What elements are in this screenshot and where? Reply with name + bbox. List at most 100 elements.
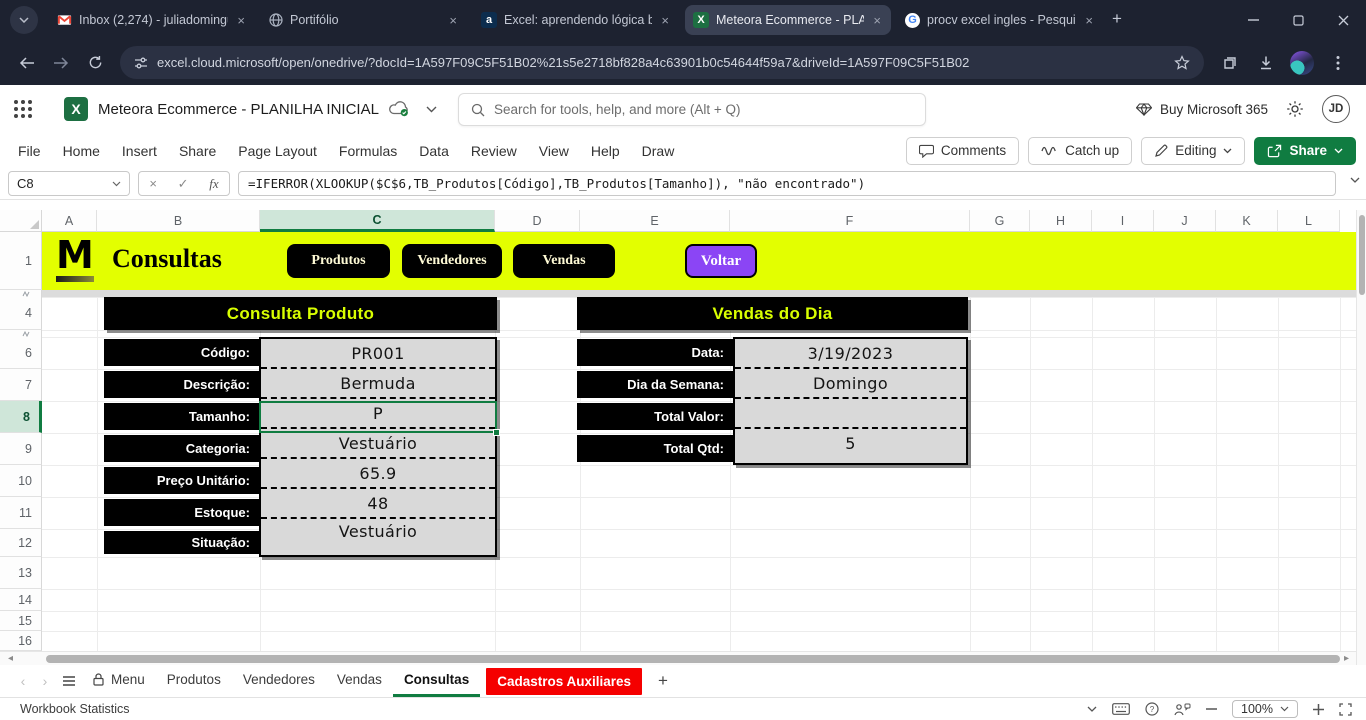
expand-formula-bar-icon[interactable] xyxy=(1350,177,1360,183)
row-header-14[interactable]: 14 xyxy=(0,589,42,611)
editing-mode-button[interactable]: Editing xyxy=(1141,136,1246,165)
cancel-icon[interactable]: × xyxy=(149,176,157,191)
title-chevron-icon[interactable] xyxy=(426,106,437,113)
consulta-produto-label[interactable]: Situação: xyxy=(104,531,259,554)
insert-function-icon[interactable]: fx xyxy=(209,176,218,192)
reload-icon[interactable] xyxy=(80,48,110,78)
settings-gear-icon[interactable] xyxy=(1286,100,1304,118)
tab-close-icon[interactable]: × xyxy=(447,13,459,28)
sheet-next-icon[interactable]: › xyxy=(34,673,56,689)
menu-review[interactable]: Review xyxy=(471,143,517,159)
vendas-do-dia-value[interactable]: 5 xyxy=(735,429,966,457)
accessibility-icon[interactable] xyxy=(1174,703,1191,716)
menu-data[interactable]: Data xyxy=(419,143,449,159)
vendas-do-dia-label[interactable]: Data: xyxy=(577,339,733,366)
column-header-D[interactable]: D xyxy=(495,210,580,232)
vendas-do-dia-value[interactable] xyxy=(735,399,966,429)
site-info-icon[interactable] xyxy=(134,56,148,70)
scroll-left-icon[interactable]: ◂ xyxy=(8,653,13,664)
catch-up-button[interactable]: Catch up xyxy=(1028,136,1133,165)
menu-insert[interactable]: Insert xyxy=(122,143,157,159)
name-box[interactable]: C8 xyxy=(8,171,130,196)
zoom-level-select[interactable]: 100% xyxy=(1232,700,1298,718)
document-title[interactable]: Meteora Ecommerce - PLANILHA INICIAL xyxy=(98,101,379,118)
column-header-E[interactable]: E xyxy=(580,210,730,232)
column-header-G[interactable]: G xyxy=(970,210,1030,232)
row-header-16[interactable]: 16 xyxy=(0,631,42,651)
row-header-10[interactable]: 10 xyxy=(0,465,42,497)
menu-home[interactable]: Home xyxy=(63,143,100,159)
share-button[interactable]: Share xyxy=(1254,136,1356,165)
vendas-do-dia-value[interactable]: Domingo xyxy=(735,369,966,399)
browser-tab[interactable]: Inbox (2,274) - juliadomingu × xyxy=(49,5,255,35)
tab-close-icon[interactable]: × xyxy=(871,13,883,28)
row-header-1[interactable]: 1 xyxy=(0,232,42,290)
menu-page-layout[interactable]: Page Layout xyxy=(238,143,317,159)
add-sheet-icon[interactable]: + xyxy=(648,671,678,691)
consulta-produto-value[interactable]: 48 xyxy=(261,489,495,519)
search-input[interactable]: Search for tools, help, and more (Alt + … xyxy=(458,93,926,126)
consulta-produto-label[interactable]: Preço Unitário: xyxy=(104,467,259,494)
vendas-do-dia-value[interactable]: 3/19/2023 xyxy=(735,339,966,369)
download-icon[interactable] xyxy=(1250,47,1282,79)
enter-check-icon[interactable]: ✓ xyxy=(178,176,189,192)
column-header-B[interactable]: B xyxy=(97,210,260,232)
account-avatar[interactable]: JD xyxy=(1322,95,1350,123)
app-launcher-icon[interactable] xyxy=(14,100,32,118)
bookmark-star-icon[interactable] xyxy=(1174,55,1190,70)
sheet-list-menu-icon[interactable] xyxy=(56,675,82,687)
sheet-tab-vendas[interactable]: Vendas xyxy=(326,665,393,697)
vendas-do-dia-label[interactable]: Total Valor: xyxy=(577,403,733,430)
maximize-button[interactable] xyxy=(1276,0,1321,40)
scroll-right-icon[interactable]: ▸ xyxy=(1344,653,1349,664)
back-icon[interactable] xyxy=(12,48,42,78)
menu-help[interactable]: Help xyxy=(591,143,620,159)
close-button[interactable] xyxy=(1321,0,1366,40)
sheet-tab-produtos[interactable]: Produtos xyxy=(156,665,232,697)
column-header-I[interactable]: I xyxy=(1092,210,1154,232)
consulta-produto-value[interactable]: P xyxy=(261,399,495,429)
fill-handle[interactable] xyxy=(493,429,500,436)
browser-tab[interactable]: X Meteora Ecommerce - PLAN × xyxy=(685,5,891,35)
row-header-7[interactable]: 7 xyxy=(0,369,42,401)
row-header-13[interactable]: 13 xyxy=(0,557,42,589)
new-tab-button[interactable]: + xyxy=(1112,9,1122,29)
horizontal-scrollbar[interactable]: ◂ ▸ xyxy=(0,651,1356,665)
forward-icon[interactable] xyxy=(46,48,76,78)
sheet-tab-vendedores[interactable]: Vendedores xyxy=(232,665,326,697)
row-header-4[interactable]: 4 xyxy=(0,297,42,330)
keyboard-icon[interactable] xyxy=(1112,703,1130,715)
row-header-6[interactable]: 6 xyxy=(0,337,42,369)
consulta-produto-value[interactable]: PR001 xyxy=(261,339,495,369)
sheet-prev-icon[interactable]: ‹ xyxy=(12,673,34,689)
fullscreen-icon[interactable] xyxy=(1339,702,1352,716)
browser-menu-icon[interactable] xyxy=(1322,47,1354,79)
tab-close-icon[interactable]: × xyxy=(235,13,247,28)
menu-formulas[interactable]: Formulas xyxy=(339,143,397,159)
row-header-15[interactable]: 15 xyxy=(0,611,42,631)
consulta-produto-value[interactable]: Vestuário xyxy=(261,519,495,543)
tab-close-icon[interactable]: × xyxy=(659,13,671,28)
sheet-tab-cadastros-auxiliares[interactable]: Cadastros Auxiliares xyxy=(486,667,643,695)
browser-tab[interactable]: a Excel: aprendendo lógica bo × xyxy=(473,5,679,35)
vertical-scrollbar[interactable] xyxy=(1356,210,1366,665)
vertical-scroll-thumb[interactable] xyxy=(1359,215,1365,295)
row-header-8[interactable]: 8 xyxy=(0,401,42,433)
formula-input[interactable]: =IFERROR(XLOOKUP($C$6,TB_Produtos[Código… xyxy=(238,171,1336,196)
sheet-tab-menu[interactable]: Menu xyxy=(82,665,156,697)
browser-tab[interactable]: Gprocv excel ingles - Pesquisa × xyxy=(897,5,1103,35)
profile-avatar[interactable] xyxy=(1286,47,1318,79)
consulta-produto-label[interactable]: Estoque: xyxy=(104,499,259,526)
browser-tab[interactable]: Portifólio × xyxy=(261,5,467,35)
row-header-11[interactable]: 11 xyxy=(0,497,42,529)
minimize-button[interactable] xyxy=(1231,0,1276,40)
menu-view[interactable]: View xyxy=(539,143,569,159)
consulta-produto-label[interactable]: Código: xyxy=(104,339,259,366)
voltar-button[interactable]: Voltar xyxy=(685,244,757,278)
extensions-icon[interactable] xyxy=(1214,47,1246,79)
menu-draw[interactable]: Draw xyxy=(642,143,675,159)
tab-search-button[interactable] xyxy=(10,6,38,34)
column-header-C[interactable]: C xyxy=(260,210,495,232)
help-icon[interactable]: ? xyxy=(1145,702,1159,716)
tab-close-icon[interactable]: × xyxy=(1083,13,1095,28)
